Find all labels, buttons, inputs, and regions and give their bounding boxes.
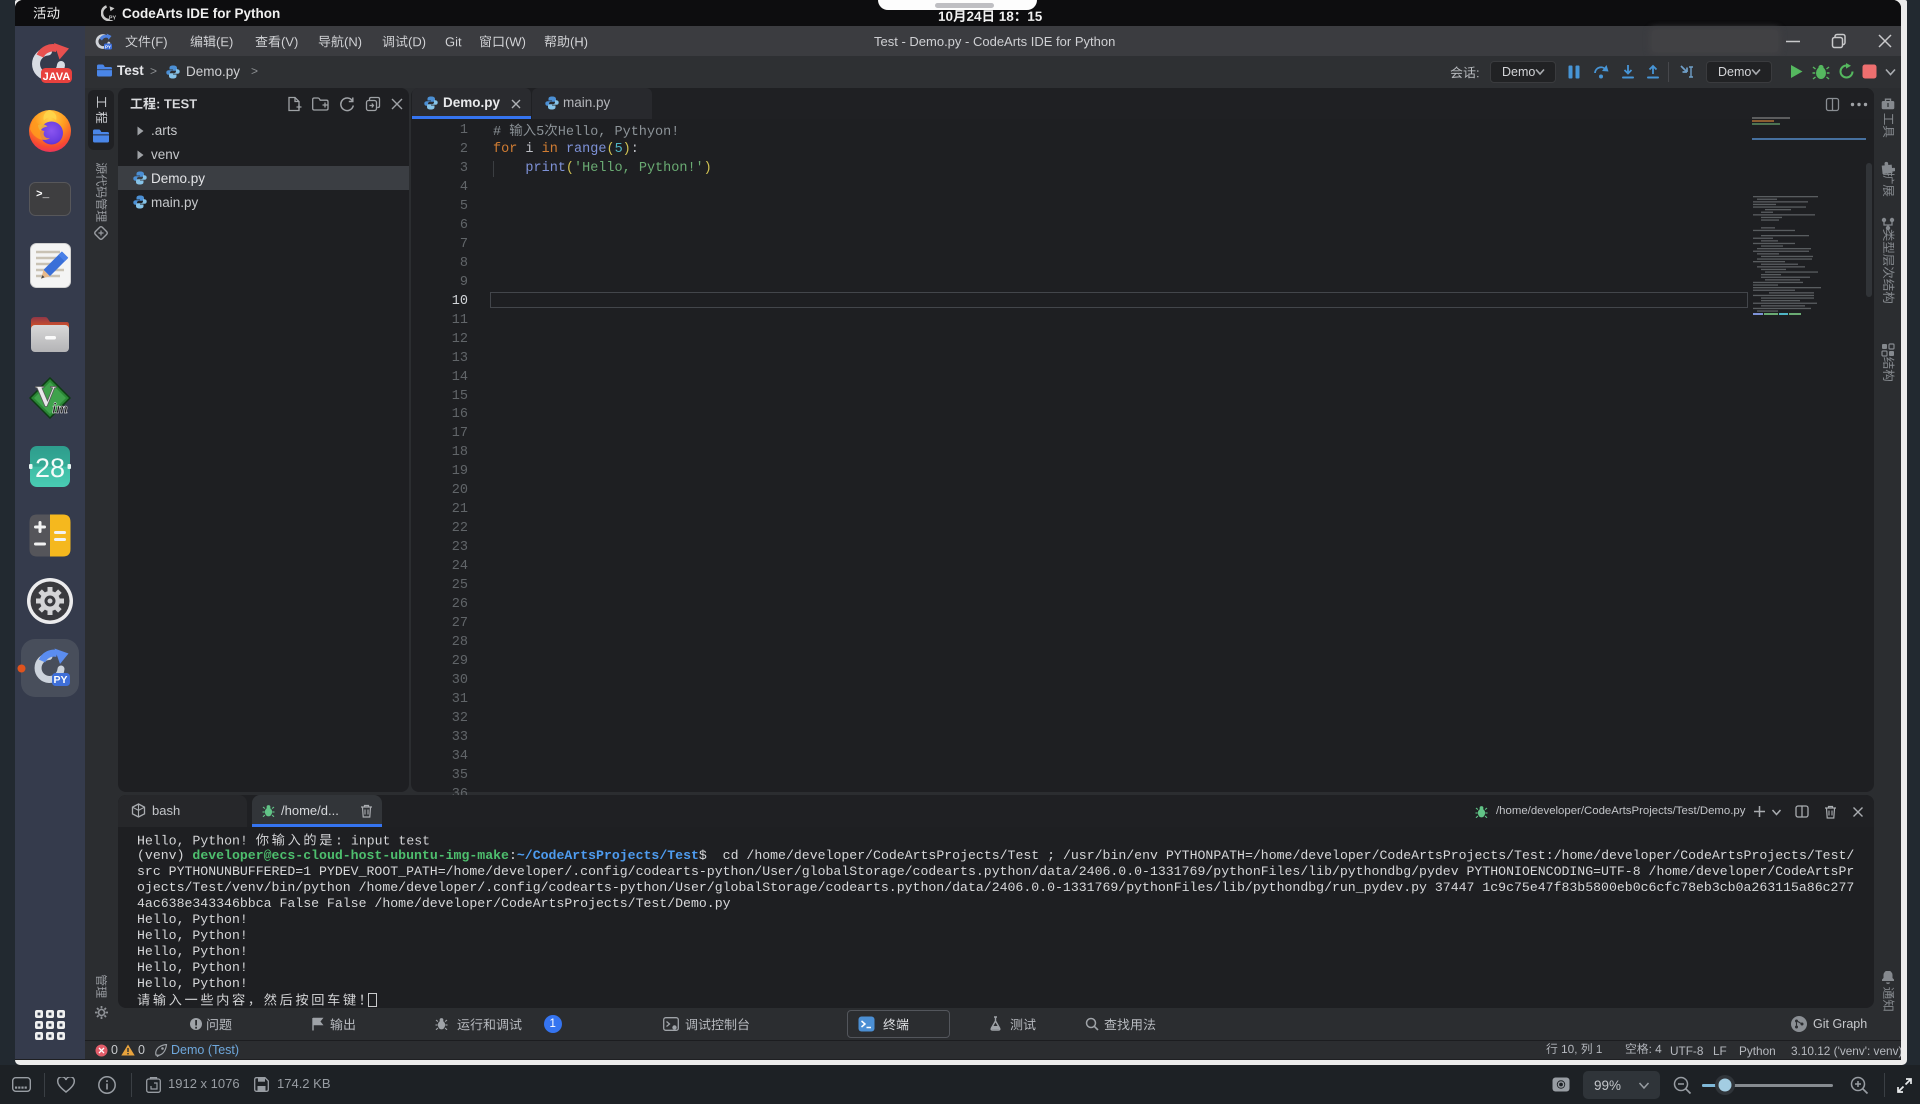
- svg-text:PY: PY: [109, 15, 117, 21]
- svg-text:PY: PY: [53, 674, 67, 686]
- svg-text:im: im: [52, 401, 68, 417]
- svg-text:>_: >_: [36, 189, 50, 201]
- svg-text:JAVA: JAVA: [43, 71, 71, 83]
- svg-text:PY: PY: [105, 45, 111, 50]
- svg-text:28: 28: [35, 453, 65, 483]
